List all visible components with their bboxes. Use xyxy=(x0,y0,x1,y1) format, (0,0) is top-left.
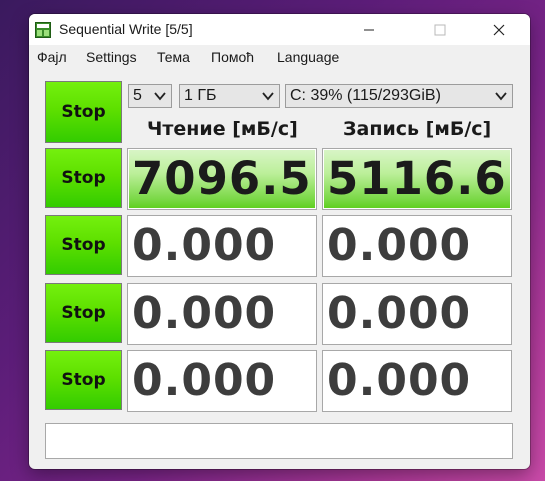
read-result-rnd2: 0.000 xyxy=(127,350,317,412)
minimize-button[interactable] xyxy=(346,14,392,45)
stop-button-rnd1[interactable]: Stop xyxy=(45,283,122,343)
stop-all-button[interactable]: Stop xyxy=(45,81,122,143)
stop-button-rnd2[interactable]: Stop xyxy=(45,350,122,410)
write-result-rnd2: 0.000 xyxy=(322,350,512,412)
menu-bar: Фајл Settings Тема Помоћ Language xyxy=(29,45,530,69)
stop-button-seq2[interactable]: Stop xyxy=(45,215,122,275)
maximize-icon xyxy=(434,24,446,35)
read-result-seq1: 7096.5 xyxy=(127,148,317,210)
chevron-down-icon xyxy=(154,92,166,101)
close-icon xyxy=(493,24,505,35)
chevron-down-icon xyxy=(495,92,507,101)
app-icon xyxy=(35,22,51,38)
drive-select[interactable]: C: 39% (115/293GiB) xyxy=(285,84,513,108)
read-result-seq2: 0.000 xyxy=(127,215,317,277)
test-size-select[interactable]: 1 ГБ xyxy=(179,84,280,108)
stop-button-seq1[interactable]: Stop xyxy=(45,148,122,208)
write-result-rnd1: 0.000 xyxy=(322,283,512,345)
write-result-seq2: 0.000 xyxy=(322,215,512,277)
app-window: Sequential Write [5/5] Фајл Settings Тем… xyxy=(29,14,530,469)
write-column-header: Запись [мБ/с] xyxy=(343,118,492,140)
menu-settings[interactable]: Settings xyxy=(86,49,137,65)
menu-help[interactable]: Помоћ xyxy=(211,49,254,65)
maximize-button[interactable] xyxy=(417,14,463,45)
test-count-select[interactable]: 5 xyxy=(128,84,172,108)
menu-file[interactable]: Фајл xyxy=(37,49,67,65)
comment-field[interactable] xyxy=(45,423,513,459)
close-button[interactable] xyxy=(476,14,522,45)
menu-theme[interactable]: Тема xyxy=(157,49,190,65)
read-result-rnd1: 0.000 xyxy=(127,283,317,345)
minimize-icon xyxy=(364,29,374,30)
title-bar[interactable]: Sequential Write [5/5] xyxy=(29,14,530,45)
menu-language[interactable]: Language xyxy=(277,49,339,65)
chevron-down-icon xyxy=(262,92,274,101)
read-column-header: Чтение [мБ/с] xyxy=(147,118,298,140)
write-result-seq1: 5116.6 xyxy=(322,148,512,210)
window-title: Sequential Write [5/5] xyxy=(59,21,193,37)
